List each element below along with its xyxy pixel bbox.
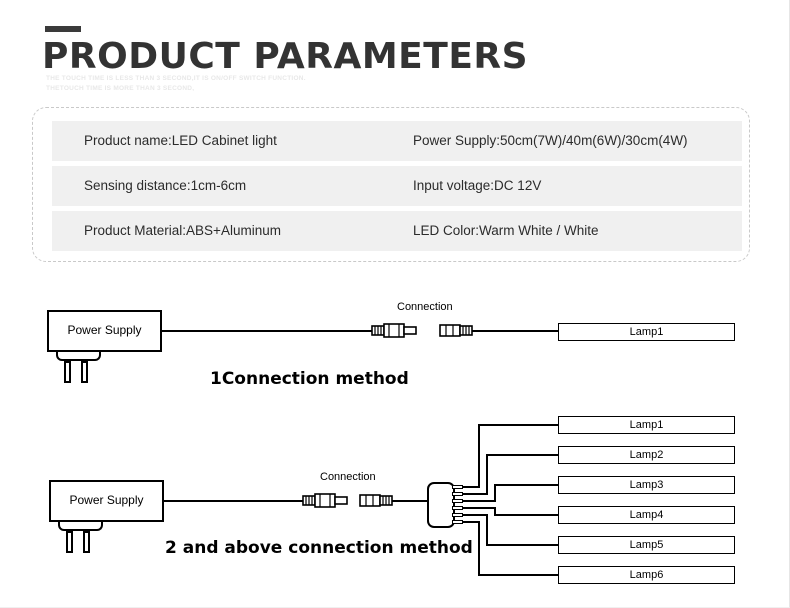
page-subtitle: THE TOUCH TIME IS LESS THAN 3 SECOND,IT …	[46, 74, 306, 94]
power-supply-label: Power Supply	[69, 493, 144, 507]
spec-cell-sensing-distance: Sensing distance:1cm-6cm	[84, 178, 247, 193]
lamp-box: Lamp6	[558, 566, 735, 584]
connection-label-2: Connection	[320, 471, 376, 483]
branch-wire-4-h1	[462, 507, 496, 509]
power-plug-prong-left-2	[66, 531, 73, 553]
table-row: Product name:LED Cabinet light Power Sup…	[52, 121, 742, 161]
power-plug-prong-right-2	[83, 531, 90, 553]
power-supply-box-2: Power Supply	[49, 480, 164, 522]
branch-wire-3-h2	[494, 484, 558, 486]
method-label-2: 2 and above connection method	[165, 538, 473, 558]
spec-cell-product-material: Product Material:ABS+Aluminum	[84, 223, 281, 238]
splitter-hub	[427, 482, 455, 528]
spec-cell-led-color: LED Color:Warm White / White	[413, 223, 599, 238]
branch-wire-5-v	[486, 514, 488, 545]
lamp-label: Lamp1	[629, 326, 664, 338]
branch-wire-2-h1	[462, 493, 488, 495]
lamp-label: Lamp3	[629, 479, 664, 491]
branch-wire-6-v	[478, 521, 480, 575]
lamp-label: Lamp6	[629, 569, 664, 581]
title-accent-dash	[45, 26, 81, 32]
branch-wire-3-h1	[462, 500, 496, 502]
spec-cell-product-name: Product name:LED Cabinet light	[84, 133, 277, 148]
product-parameters-page: PRODUCT PARAMETERS THE TOUCH TIME IS LES…	[0, 0, 790, 608]
lamp-label: Lamp1	[629, 419, 664, 431]
lamp-box: Lamp2	[558, 446, 735, 464]
spec-table: Product name:LED Cabinet light Power Sup…	[32, 107, 750, 262]
branch-wire-5-h1	[462, 514, 488, 516]
lamp-box: Lamp1	[558, 323, 735, 341]
power-supply-neck-2	[58, 522, 103, 531]
power-plug-prong-left-1	[64, 361, 71, 383]
cable-segment-1a	[162, 330, 374, 332]
page-title: PRODUCT PARAMETERS	[42, 36, 529, 77]
lamp-box: Lamp5	[558, 536, 735, 554]
cable-segment-1b	[472, 330, 558, 332]
lamp-label: Lamp5	[629, 539, 664, 551]
lamp-box: Lamp1	[558, 416, 735, 434]
method-label-1: 1Connection method	[210, 369, 409, 389]
page-subtitle-line1: THE TOUCH TIME IS LESS THAN 3 SECOND,IT …	[46, 75, 306, 82]
branch-wire-2-h2	[486, 454, 558, 456]
branch-wire-1-v	[478, 425, 480, 487]
page-subtitle-line2: THETOUCH TIME IS MORE THAN 3 SECOND,	[46, 85, 195, 92]
male-connector-icon-2	[302, 493, 348, 508]
power-supply-neck-1	[56, 352, 101, 361]
branch-wire-6-h2	[478, 574, 558, 576]
male-connector-icon-1	[371, 323, 417, 338]
power-supply-box-1: Power Supply	[47, 310, 162, 352]
lamp-box: Lamp3	[558, 476, 735, 494]
cable-segment-2b	[392, 500, 428, 502]
branch-wire-5-h2	[486, 544, 558, 546]
spec-cell-input-voltage: Input voltage:DC 12V	[413, 178, 542, 193]
table-row: Product Material:ABS+Aluminum LED Color:…	[52, 211, 742, 251]
branch-wire-2-v	[486, 455, 488, 494]
lamp-box: Lamp4	[558, 506, 735, 524]
power-supply-label: Power Supply	[67, 323, 142, 337]
lamp-label: Lamp2	[629, 449, 664, 461]
spec-cell-power-supply: Power Supply:50cm(7W)/40m(6W)/30cm(4W)	[413, 133, 688, 148]
lamp-label: Lamp4	[629, 509, 664, 521]
table-row: Sensing distance:1cm-6cm Input voltage:D…	[52, 166, 742, 206]
branch-wire-4-h2	[494, 514, 558, 516]
connection-label-1: Connection	[397, 301, 453, 313]
branch-wire-1-h2	[478, 424, 558, 426]
cable-segment-2a	[164, 500, 304, 502]
power-plug-prong-right-1	[81, 361, 88, 383]
branch-wire-3-v	[494, 485, 496, 501]
